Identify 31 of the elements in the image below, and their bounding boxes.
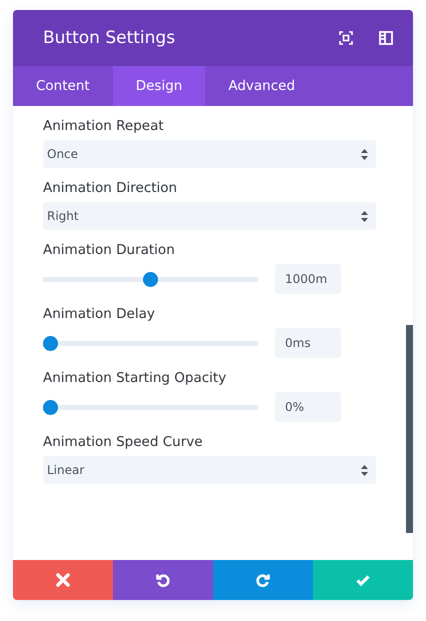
close-icon [55,572,71,588]
window-title: Button Settings [43,28,176,48]
dropdown-caret-icon [361,464,368,476]
select-field[interactable]: Linear [43,456,376,484]
select-field[interactable]: Once [43,140,376,168]
setting-label: Animation Delay [43,306,156,322]
slider-thumb[interactable] [43,400,58,414]
setting-label: Animation Direction [43,180,178,196]
close-button[interactable] [13,560,113,600]
value-field[interactable]: 0ms [275,328,341,358]
expand-icon[interactable] [339,31,353,45]
scrollbar[interactable] [406,325,413,533]
slider-thumb[interactable] [143,272,158,286]
undo-button[interactable] [113,560,213,600]
select-field[interactable]: Right [43,202,376,230]
sidebar-icon[interactable] [379,31,393,45]
value-field[interactable]: 1000m [275,264,341,294]
redo-icon [255,572,271,588]
dropdown-caret-icon [361,210,368,222]
dropdown-caret-icon [361,148,368,160]
setting-label: Animation Speed Curve [43,434,204,450]
setting-label: Animation Repeat [43,118,165,134]
tab[interactable]: Design [112,66,206,106]
redo-button[interactable] [213,560,313,600]
slider-thumb[interactable] [43,336,58,350]
tab[interactable]: Content [13,66,113,106]
setting-label: Animation Starting Opacity [43,370,228,386]
undo-icon [155,572,171,588]
value-field[interactable]: 0% [275,392,341,422]
tab[interactable]: Advanced [205,66,318,106]
setting-label: Animation Duration [43,242,176,258]
